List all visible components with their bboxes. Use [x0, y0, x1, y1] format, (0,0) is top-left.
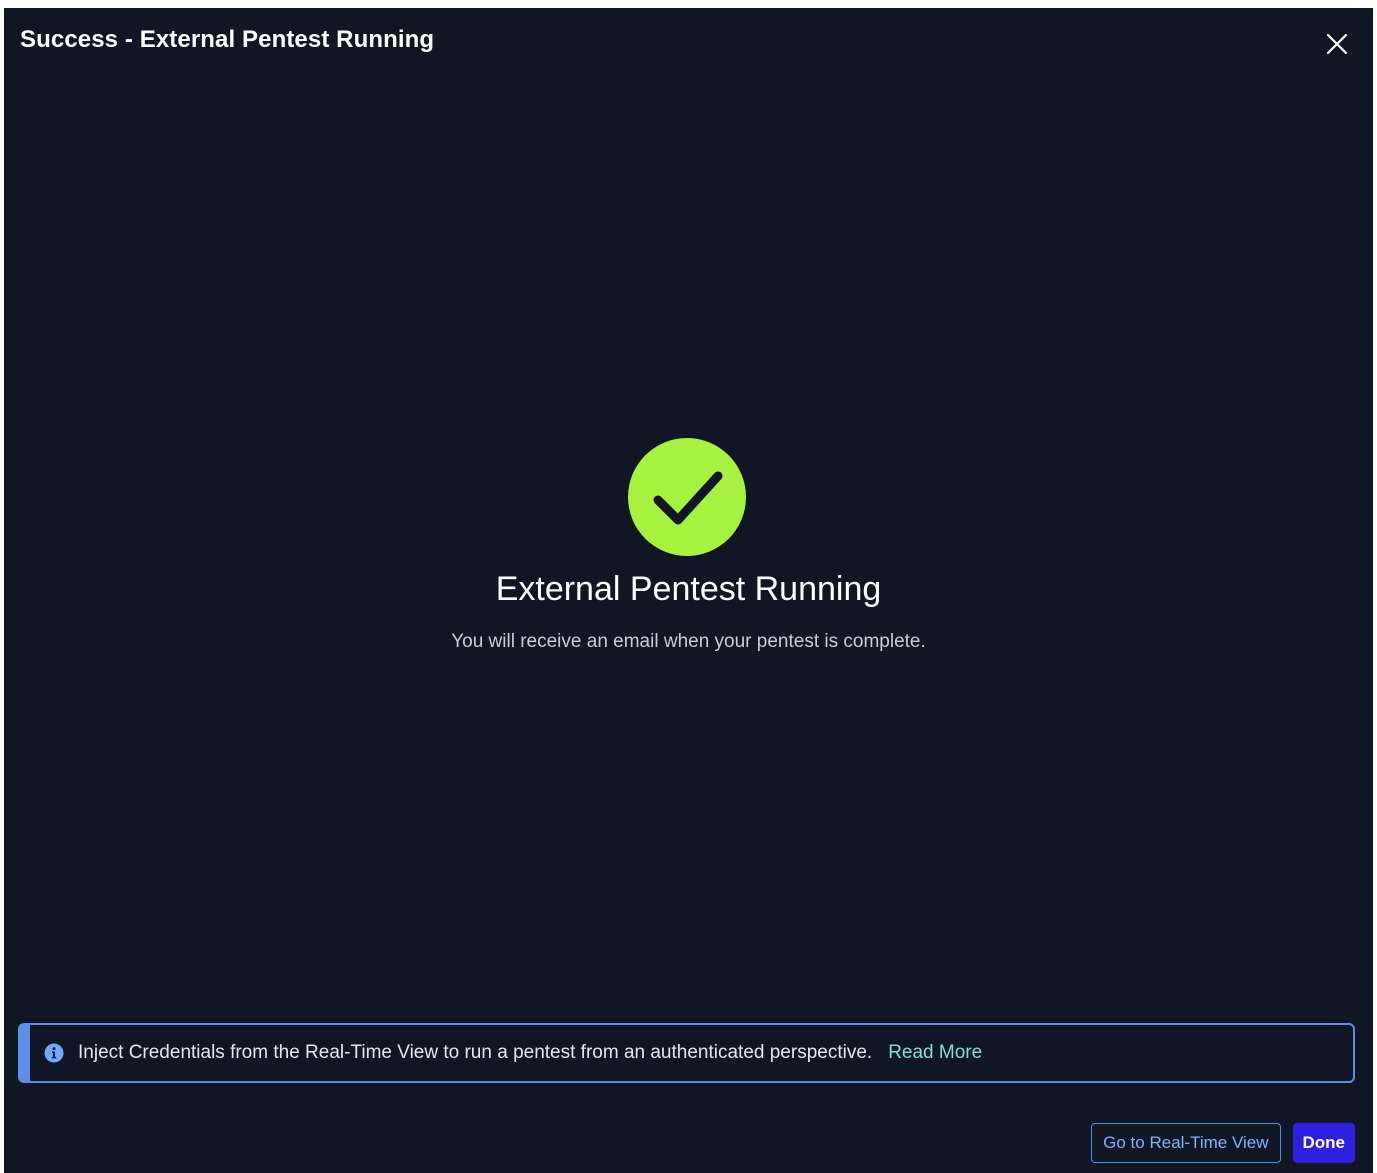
info-icon: [44, 1043, 64, 1063]
close-button[interactable]: [1325, 32, 1349, 56]
success-subtext: You will receive an email when your pent…: [451, 631, 926, 652]
success-heading: External Pentest Running: [495, 570, 882, 608]
read-more-link[interactable]: Read More: [888, 1042, 982, 1064]
footer-actions: Go to Real-Time View Done: [1091, 1123, 1355, 1163]
done-button[interactable]: Done: [1292, 1123, 1355, 1163]
check-circle-icon: [628, 438, 746, 556]
dialog-title: Success - External Pentest Running: [20, 26, 435, 53]
success-dialog: Success - External Pentest Running Exter…: [4, 8, 1373, 1173]
close-icon: [1325, 32, 1349, 56]
go-to-real-time-view-button[interactable]: Go to Real-Time View: [1091, 1123, 1281, 1163]
info-banner: Inject Credentials from the Real-Time Vi…: [18, 1023, 1355, 1083]
banner-text: Inject Credentials from the Real-Time Vi…: [78, 1042, 873, 1063]
